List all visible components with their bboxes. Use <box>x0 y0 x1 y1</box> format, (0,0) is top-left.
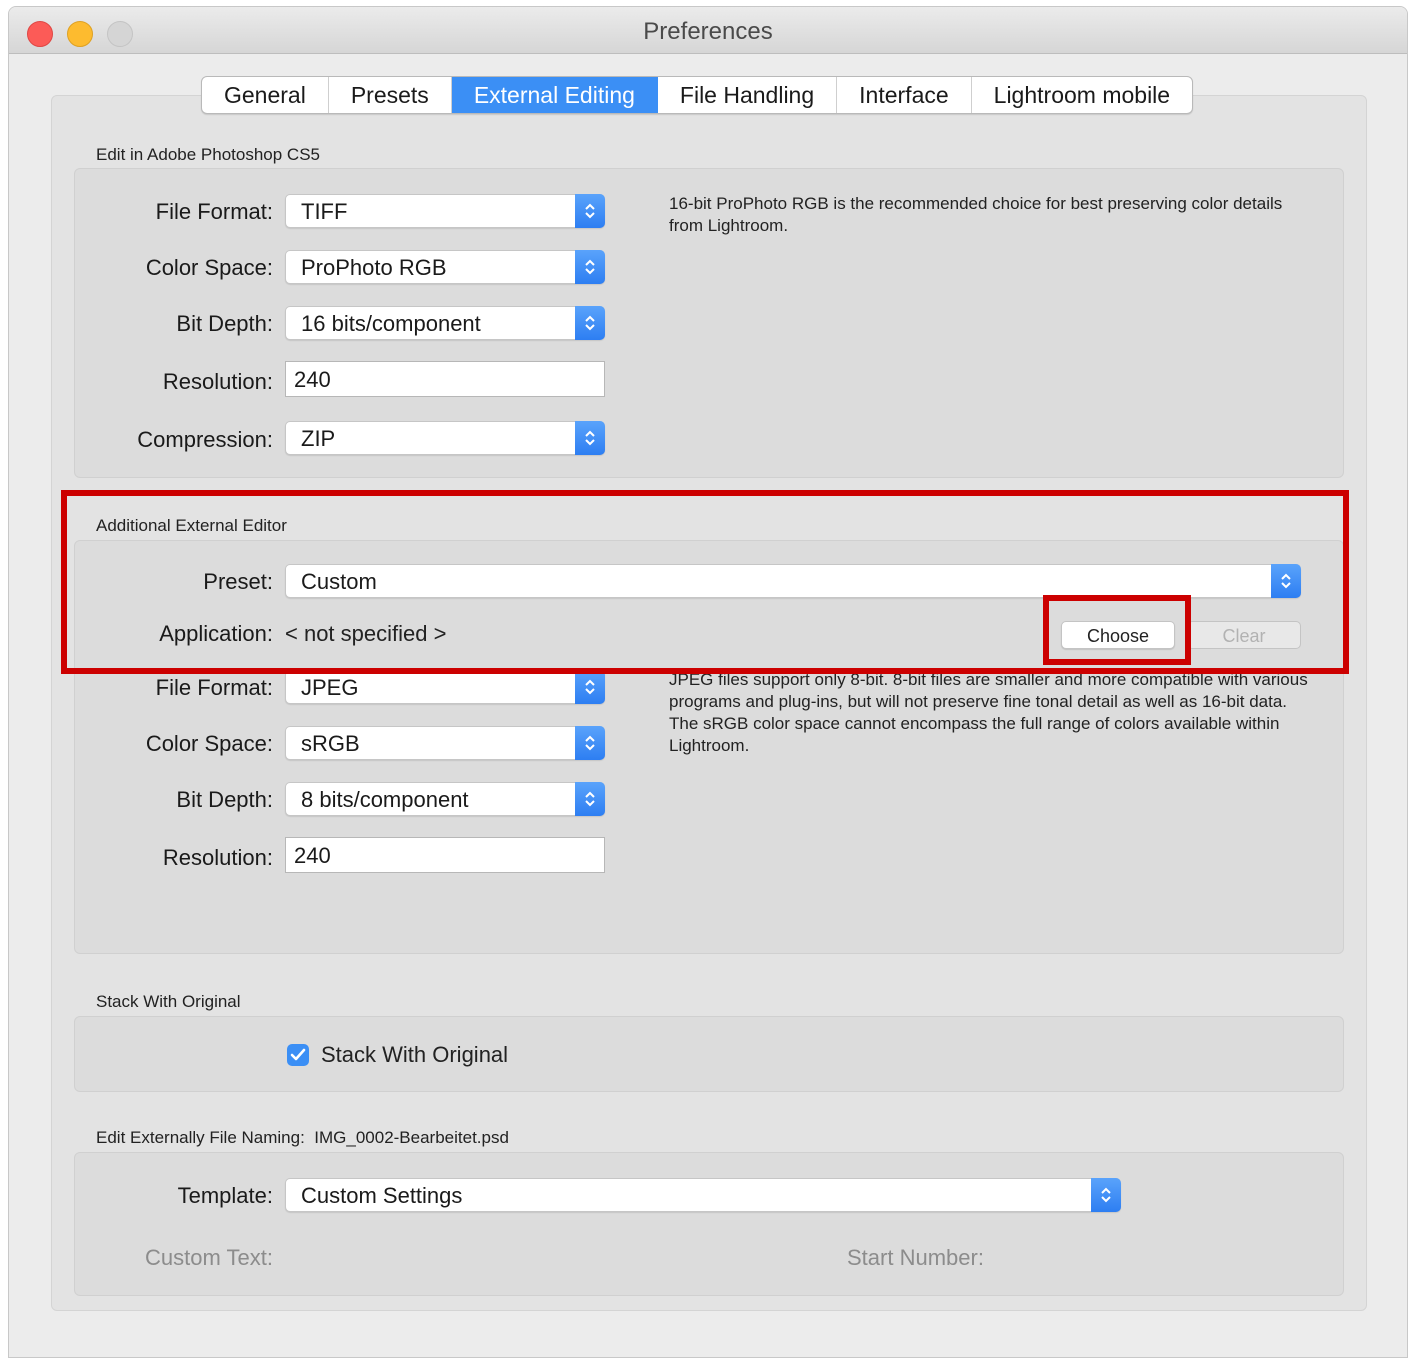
ps-bit-depth-label: Bit Depth: <box>176 311 273 336</box>
ps-color-space-value: ProPhoto RGB <box>301 255 447 280</box>
template-value: Custom Settings <box>301 1183 463 1208</box>
tab-lightroom-mobile[interactable]: Lightroom mobile <box>972 77 1192 113</box>
ae-color-space-select[interactable]: sRGB <box>285 726 605 760</box>
tab-general[interactable]: General <box>202 77 329 113</box>
start-number-label: Start Number: <box>847 1245 984 1270</box>
ae-file-format-select[interactable]: JPEG <box>285 670 605 704</box>
photoshop-group: File Format: TIFF Color Space: ProPhoto … <box>74 168 1344 478</box>
custom-text-label: Custom Text: <box>145 1245 273 1270</box>
ps-compression-select[interactable]: ZIP <box>285 421 605 455</box>
chevron-updown-icon <box>1091 1178 1121 1212</box>
ae-bit-depth-select[interactable]: 8 bits/component <box>285 782 605 816</box>
ae-resolution-value: 240 <box>294 843 331 868</box>
chevron-updown-icon <box>575 782 605 816</box>
naming-group: Template: Custom Settings Custom Text: S… <box>74 1152 1344 1296</box>
template-label: Template: <box>177 1183 273 1208</box>
ps-color-space-select[interactable]: ProPhoto RGB <box>285 250 605 284</box>
tab-interface[interactable]: Interface <box>837 77 972 113</box>
naming-example: IMG_0002-Bearbeitet.psd <box>314 1128 509 1147</box>
chevron-updown-icon <box>575 250 605 284</box>
template-select[interactable]: Custom Settings <box>285 1178 1121 1212</box>
ps-file-format-select[interactable]: TIFF <box>285 194 605 228</box>
ps-file-format-value: TIFF <box>301 199 348 224</box>
ps-compression-label: Compression: <box>137 427 273 452</box>
title-bar: Preferences <box>9 7 1407 54</box>
ps-resolution-value: 240 <box>294 367 331 392</box>
preferences-window: Preferences Edit in Adobe Photoshop CS5 … <box>8 6 1408 1358</box>
ps-note: 16-bit ProPhoto RGB is the recommended c… <box>669 194 1283 235</box>
tab-presets[interactable]: Presets <box>329 77 452 113</box>
ps-bit-depth-value: 16 bits/component <box>301 311 481 336</box>
ps-resolution-label: Resolution: <box>162 369 273 394</box>
naming-heading-text: Edit Externally File Naming: <box>96 1128 305 1147</box>
ps-resolution-input[interactable]: 240 <box>285 361 605 397</box>
photoshop-section-heading: Edit in Adobe Photoshop CS5 <box>96 145 320 164</box>
naming-section-heading: Edit Externally File Naming: IMG_0002-Be… <box>96 1128 509 1148</box>
preferences-tabs: General Presets External Editing File Ha… <box>201 76 1194 114</box>
chevron-updown-icon <box>575 421 605 455</box>
chevron-updown-icon <box>575 306 605 340</box>
ae-resolution-input[interactable]: 240 <box>285 837 605 873</box>
ae-bit-depth-value: 8 bits/component <box>301 787 469 812</box>
preferences-panel: Edit in Adobe Photoshop CS5 File Format:… <box>51 95 1367 1311</box>
window-title: Preferences <box>643 18 773 45</box>
chevron-updown-icon <box>575 670 605 704</box>
tab-external-editing[interactable]: External Editing <box>451 77 658 113</box>
chevron-updown-icon <box>575 726 605 760</box>
chevron-updown-icon <box>575 194 605 228</box>
ae-note: JPEG files support only 8-bit. 8-bit fil… <box>669 670 1308 755</box>
ae-bit-depth-label: Bit Depth: <box>176 787 273 812</box>
ae-color-space-label: Color Space: <box>145 731 273 756</box>
tab-file-handling[interactable]: File Handling <box>658 77 838 113</box>
ps-color-space-label: Color Space: <box>145 255 273 280</box>
ae-color-space-value: sRGB <box>301 731 360 756</box>
stack-with-original-checkbox[interactable] <box>287 1044 309 1066</box>
ae-resolution-label: Resolution: <box>162 845 273 870</box>
ps-bit-depth-select[interactable]: 16 bits/component <box>285 306 605 340</box>
stack-group: Stack With Original <box>74 1016 1344 1092</box>
choose-button-highlight <box>1043 595 1191 665</box>
ae-file-format-label: File Format: <box>155 675 273 700</box>
ps-file-format-label: File Format: <box>155 199 273 224</box>
ae-file-format-value: JPEG <box>301 675 359 700</box>
checkmark-icon <box>290 1048 306 1061</box>
stack-section-heading: Stack With Original <box>96 992 241 1011</box>
stack-with-original-label: Stack With Original <box>321 1042 509 1067</box>
ps-compression-value: ZIP <box>301 426 336 451</box>
